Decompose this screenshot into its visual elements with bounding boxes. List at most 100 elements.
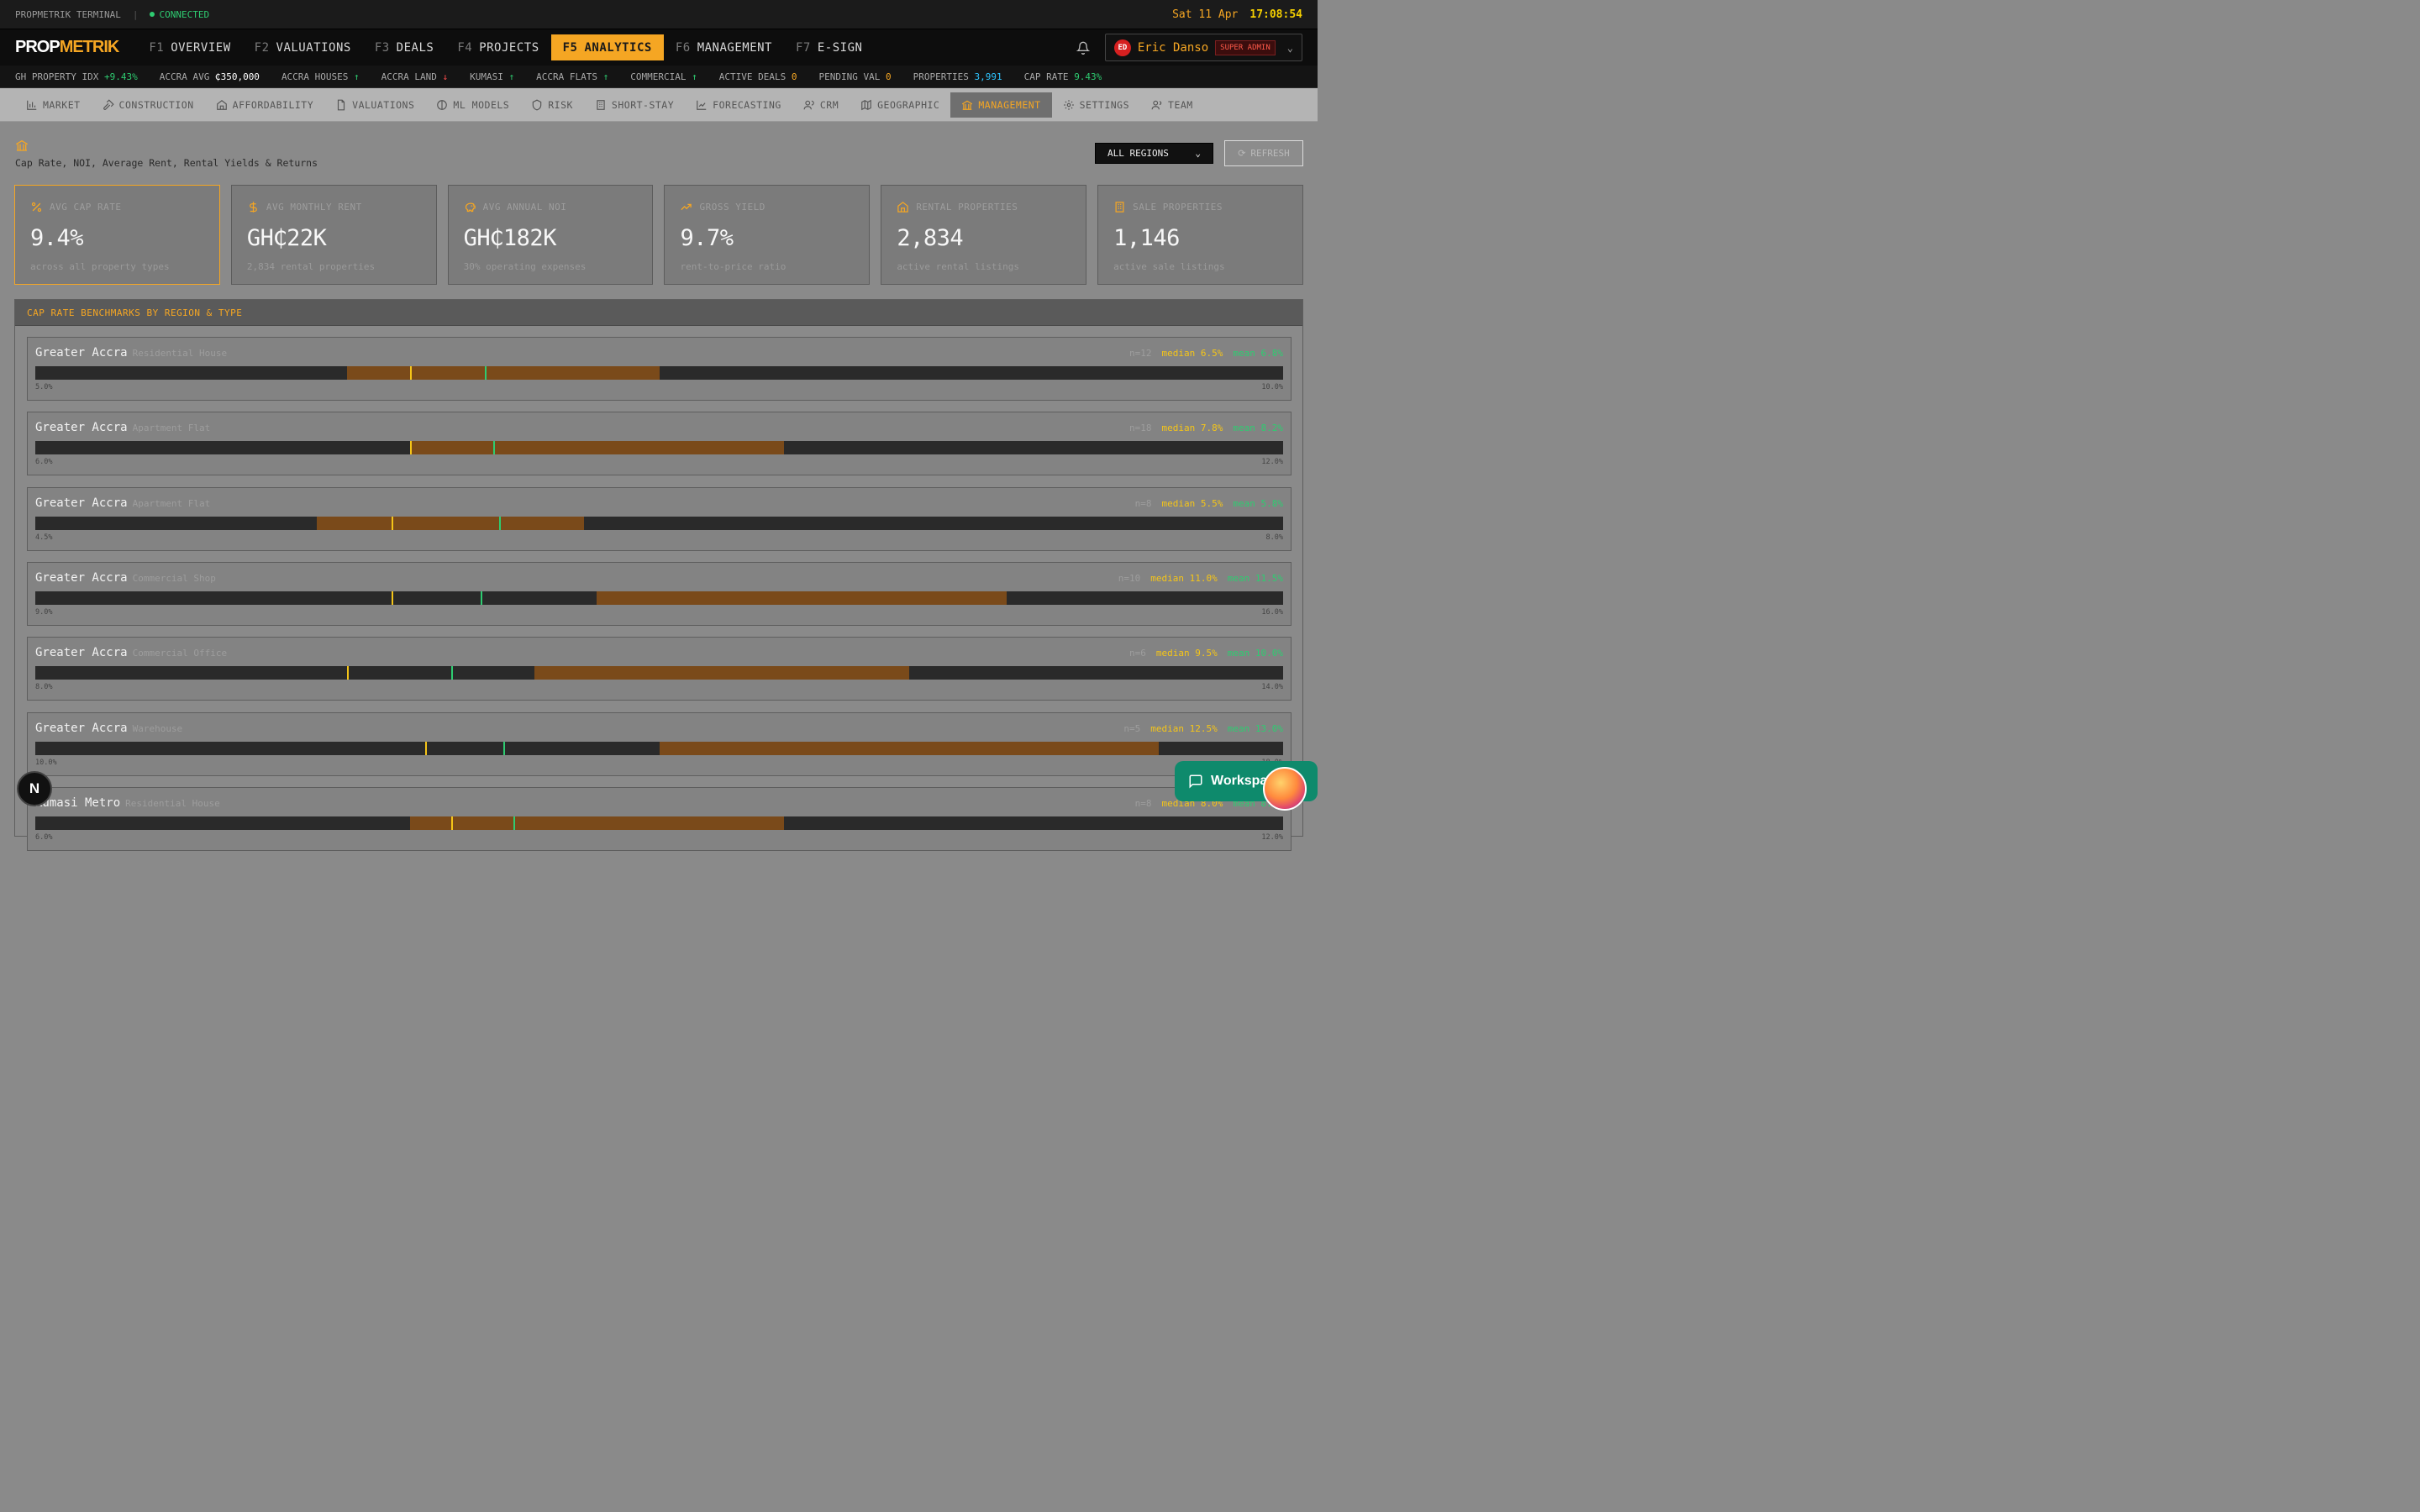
axis-max-label: 14.0% <box>1261 683 1283 692</box>
kpi-label: GROSS YIELD <box>699 202 765 213</box>
axis-max-label: 12.0% <box>1261 458 1283 467</box>
kpi-value: GH₵22K <box>246 225 327 251</box>
region-name: Greater Accra <box>35 721 128 735</box>
axis-min-label: 9.0% <box>35 607 53 617</box>
median-marker <box>409 441 412 455</box>
kpi-label: RENTAL PROPERTIES <box>916 202 1018 213</box>
divider: | <box>132 8 139 20</box>
tab-team[interactable]: TEAM <box>1140 92 1204 118</box>
range-track <box>35 591 1283 605</box>
nav-overview[interactable]: F1 OVERVIEW <box>137 34 242 60</box>
analytics-subnav: MARKET CONSTRUCTION AFFORDABILITY VALUATION… <box>0 88 1318 122</box>
bell-icon[interactable] <box>1076 41 1090 55</box>
sample-count: n=6 <box>1129 648 1146 659</box>
status-bar: PROPMETRIK TERMINAL | CONNECTED Sat 11 A… <box>0 0 1318 29</box>
ticker-item: ACCRA LAND ↓ <box>381 71 449 82</box>
users-icon <box>803 100 814 109</box>
median-label: median 7.8% <box>1161 423 1223 434</box>
logo[interactable]: PROPMETRIK <box>15 38 119 57</box>
refresh-button[interactable]: ⟳ REFRESH <box>1224 140 1303 166</box>
role-badge: SUPER ADMIN <box>1215 39 1276 55</box>
axis-min-label: 8.0% <box>35 683 53 692</box>
refresh-icon: ⟳ <box>1238 148 1246 159</box>
ticker-item: CAP RATE 9.43% <box>1023 71 1102 82</box>
user-menu[interactable]: ED Eric Danso SUPER ADMIN ⌄ <box>1104 34 1302 61</box>
status-dot-icon <box>150 12 155 17</box>
median-label: median 6.5% <box>1161 348 1223 359</box>
tab-forecasting[interactable]: FORECASTING <box>685 92 792 118</box>
region-select[interactable]: ALL REGIONS ⌄ <box>1095 143 1213 164</box>
nav-deals[interactable]: F3 DEALS <box>363 34 446 60</box>
property-type: Residential House <box>132 348 228 359</box>
iqr-range-bar <box>347 366 660 380</box>
nav-valuations[interactable]: F2 VALUATIONS <box>243 34 363 60</box>
range-track <box>35 666 1283 680</box>
tab-risk[interactable]: RISK <box>520 92 584 118</box>
region-name: Greater Accra <box>35 421 128 435</box>
mean-marker <box>484 366 487 380</box>
kpi-card: GROSS YIELD 9.7% rent-to-price ratio <box>664 185 871 285</box>
benchmark-row: Greater Accra Commercial Office n=6 median … <box>27 637 1292 701</box>
kpi-value: 2,834 <box>897 225 964 251</box>
nav-management[interactable]: F6 MANAGEMENT <box>664 34 784 60</box>
ticker-item: PROPERTIES 3,991 <box>913 71 1002 82</box>
kpi-label: AVG ANNUAL NOI <box>482 202 567 213</box>
sample-count: n=8 <box>1134 497 1152 509</box>
ticker-item: KUMASI ↑ <box>470 71 515 82</box>
axis-min-label: 6.0% <box>35 832 53 842</box>
axis-max-label: 10.0% <box>1261 383 1283 391</box>
gear-icon <box>1063 99 1074 110</box>
map-icon <box>861 99 871 110</box>
tab-settings[interactable]: SETTINGS <box>1052 92 1140 118</box>
chevron-down-icon: ⌄ <box>1286 41 1293 54</box>
median-label: median 11.0% <box>1150 572 1218 584</box>
tab-affordability[interactable]: AFFORDABILITY <box>205 92 325 118</box>
iqr-range-bar <box>317 516 585 530</box>
bank-icon <box>962 100 973 110</box>
kpi-label: AVG MONTHLY RENT <box>266 202 362 213</box>
tab-geographic[interactable]: GEOGRAPHIC <box>850 92 950 118</box>
region-name: Greater Accra <box>35 570 128 585</box>
nav-e-sign[interactable]: F7 E-SIGN <box>784 34 874 60</box>
tab-ml-models[interactable]: ML MODELS <box>425 92 520 118</box>
nav-analytics[interactable]: F5 ANALYTICS <box>550 34 664 60</box>
panel-title: CAP RATE BENCHMARKS BY REGION & TYPE <box>15 300 1302 326</box>
bar-chart-icon <box>27 100 37 110</box>
workspace-avatar[interactable] <box>1263 767 1307 811</box>
dollar-icon <box>249 202 257 213</box>
median-marker <box>392 591 394 605</box>
axis-min-label: 10.0% <box>35 758 57 767</box>
percent-icon <box>31 202 42 213</box>
benchmark-row: Greater Accra Apartment Flat n=8 median 5.5… <box>27 486 1292 551</box>
range-track <box>35 516 1283 530</box>
range-track <box>35 741 1283 755</box>
iqr-range-bar <box>409 816 784 830</box>
iqr-range-bar <box>409 441 784 455</box>
axis-max-label: 12.0% <box>1261 832 1283 842</box>
user-name: Eric Danso <box>1137 40 1209 55</box>
mean-marker <box>502 741 505 755</box>
tab-management[interactable]: MANAGEMENT <box>950 92 1052 118</box>
axis-min-label: 4.5% <box>35 533 53 542</box>
bank-icon <box>15 139 29 151</box>
range-track <box>35 816 1283 830</box>
benchmark-row: Kumasi Metro Residential House n=8 median 8… <box>27 786 1292 851</box>
next-dev-button[interactable]: N <box>17 771 52 806</box>
region-name: Greater Accra <box>35 646 128 660</box>
nav-projects[interactable]: F4 PROJECTS <box>445 34 550 60</box>
building-icon <box>1115 202 1124 213</box>
tab-crm[interactable]: CRM <box>792 92 850 118</box>
tab-construction[interactable]: CONSTRUCTION <box>92 92 205 118</box>
tab-market[interactable]: MARKET <box>15 92 92 118</box>
axis-min-label: 5.0% <box>35 383 53 391</box>
tab-short-stay[interactable]: SHORT-STAY <box>584 92 685 118</box>
tab-valuations[interactable]: VALUATIONS <box>324 92 425 118</box>
main-nav: PROPMETRIK F1 OVERVIEW F2 VALUATIONS F3 DEALS… <box>0 29 1318 66</box>
kpi-value: 1,146 <box>1113 225 1180 251</box>
median-marker <box>451 816 453 830</box>
region-name: Greater Accra <box>35 496 128 510</box>
kpi-caption: 2,834 rental properties <box>246 261 376 272</box>
trending-up-icon <box>681 203 692 211</box>
market-ticker: GH PROPERTY IDX +9.43% ACCRA AVG ₵350,000… <box>0 66 1318 88</box>
date-display: Sat 11 Apr <box>1172 8 1239 21</box>
